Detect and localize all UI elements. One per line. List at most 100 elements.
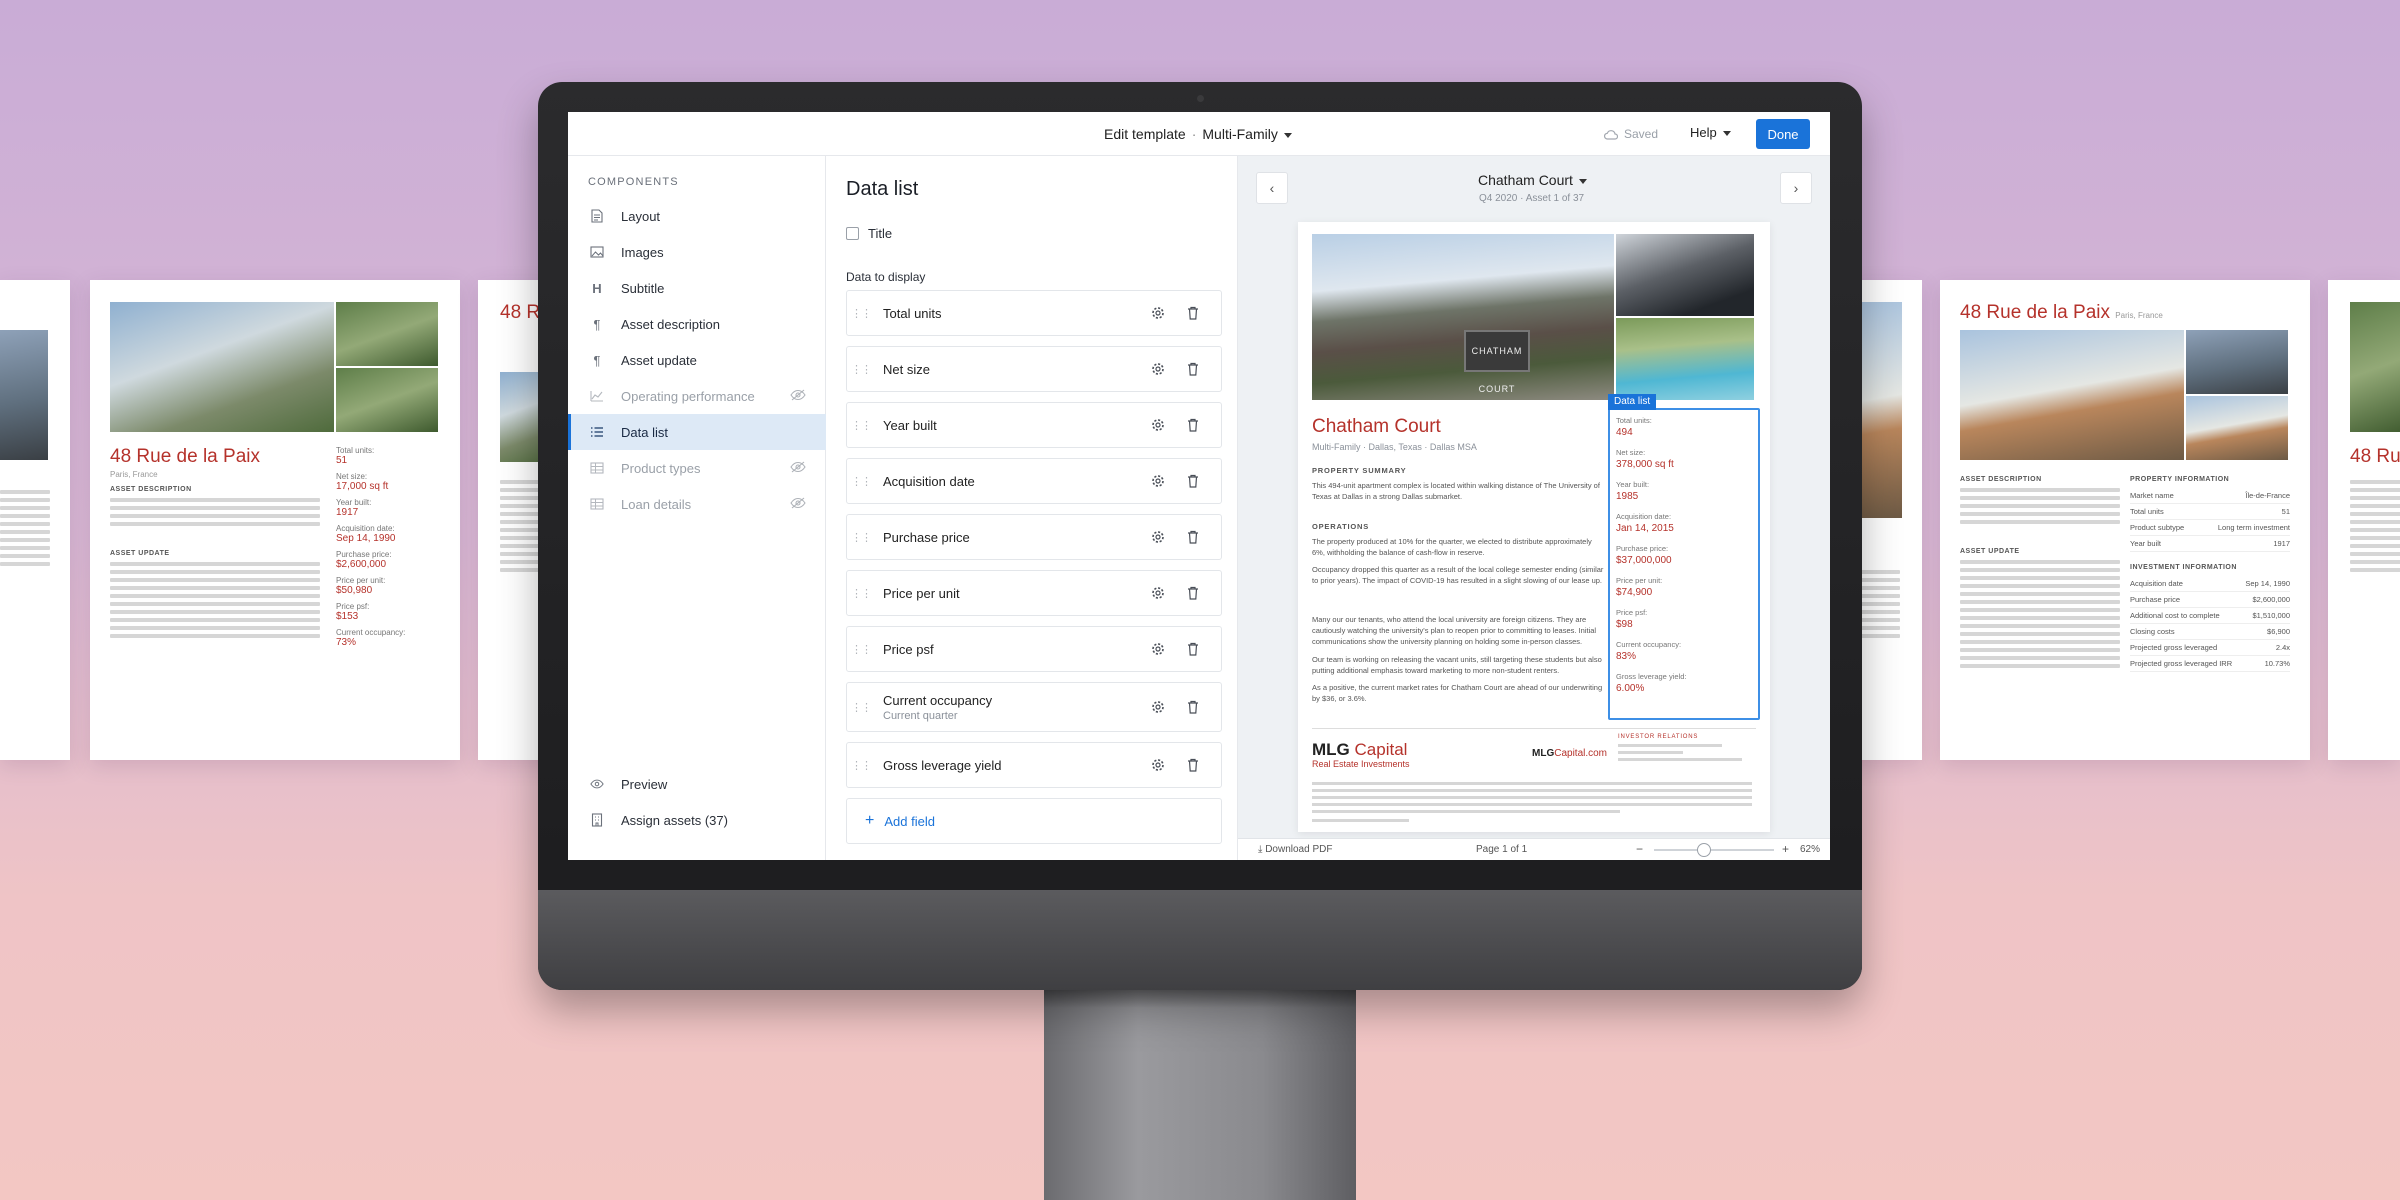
summary-text: This 494-unit apartment complex is locat… — [1312, 481, 1600, 501]
eye-off-icon[interactable] — [790, 497, 806, 512]
saved-status: Saved — [1604, 127, 1658, 141]
zoom-slider-track[interactable] — [1654, 849, 1774, 851]
field-row-current-occupancy[interactable]: ⋮⋮ Current occupancy Current quarter — [846, 682, 1222, 732]
chevron-down-icon — [1578, 178, 1587, 184]
checkbox[interactable] — [846, 227, 859, 240]
field-row-total-units[interactable]: ⋮⋮ Total units — [846, 290, 1222, 336]
field-row-year-built[interactable]: ⋮⋮ Year built — [846, 402, 1222, 448]
drag-handle-icon[interactable]: ⋮⋮ — [849, 307, 873, 320]
operations-text: Our team is working on releasing the vac… — [1312, 655, 1602, 675]
gear-icon[interactable] — [1151, 700, 1165, 719]
add-field-button[interactable]: + Add field — [846, 798, 1222, 844]
done-button[interactable]: Done — [1756, 119, 1810, 149]
eye-off-icon[interactable] — [790, 389, 806, 404]
field-row-price-psf[interactable]: ⋮⋮ Price psf — [846, 626, 1222, 672]
gear-icon[interactable] — [1151, 418, 1165, 437]
bg-page-title: 48 Rue de la Paix — [110, 446, 260, 467]
gear-icon[interactable] — [1151, 362, 1165, 381]
trash-icon[interactable] — [1187, 642, 1199, 661]
bg-photo — [2350, 302, 2400, 432]
bg-heading: INVESTMENT INFORMATION — [2130, 564, 2237, 571]
list-icon — [590, 425, 604, 439]
zoom-slider-handle[interactable] — [1697, 843, 1712, 857]
bg-photo-small — [2186, 330, 2288, 394]
bg-page-subtitle: Paris, France — [110, 470, 158, 479]
gear-icon[interactable] — [1151, 758, 1165, 777]
drag-handle-icon[interactable]: ⋮⋮ — [849, 419, 873, 432]
zoom-level: 62% — [1800, 844, 1821, 855]
component-asset-description[interactable]: ¶ Asset description — [568, 306, 826, 342]
summary-heading: PROPERTY SUMMARY — [1312, 466, 1407, 475]
property-photo-main: CHATHAM COURT — [1312, 234, 1614, 400]
preview-button[interactable]: Preview — [568, 766, 826, 802]
component-layout[interactable]: Layout — [568, 198, 826, 234]
eye-off-icon[interactable] — [790, 461, 806, 476]
gear-icon[interactable] — [1151, 306, 1165, 325]
monitor-chin — [538, 890, 1862, 990]
download-icon: ⤓ — [1258, 844, 1263, 855]
next-asset-button[interactable]: › — [1780, 172, 1812, 204]
drag-handle-icon[interactable]: ⋮⋮ — [849, 531, 873, 544]
bg-page-title: 48 Rue de la Paix Paris, France — [1960, 302, 2163, 323]
image-icon — [590, 245, 604, 259]
help-menu[interactable]: Help — [1690, 125, 1731, 140]
component-operating-performance[interactable]: Operating performance — [568, 378, 826, 414]
company-url: MLGCapital.com — [1532, 748, 1608, 759]
gear-icon[interactable] — [1151, 474, 1165, 493]
crumb-separator: · — [1191, 126, 1197, 142]
trash-icon[interactable] — [1187, 474, 1199, 493]
component-images[interactable]: Images — [568, 234, 826, 270]
drag-handle-icon[interactable]: ⋮⋮ — [849, 643, 873, 656]
drag-handle-icon[interactable]: ⋮⋮ — [849, 475, 873, 488]
drag-handle-icon[interactable]: ⋮⋮ — [849, 587, 873, 600]
field-row-price-per-unit[interactable]: ⋮⋮ Price per unit — [846, 570, 1222, 616]
title-checkbox[interactable]: Title — [846, 226, 892, 241]
trash-icon[interactable] — [1187, 700, 1199, 719]
trash-icon[interactable] — [1187, 418, 1199, 437]
component-data-list[interactable]: Data list — [568, 414, 826, 450]
bg-heading: ASSET UPDATE — [110, 550, 170, 557]
component-loan-details[interactable]: Loan details — [568, 486, 826, 522]
gear-icon[interactable] — [1151, 642, 1165, 661]
operations-text: Occupancy dropped this quarter as a resu… — [1312, 565, 1604, 585]
prev-asset-button[interactable]: ‹ — [1256, 172, 1288, 204]
operations-text: Many our our tenants, who attend the loc… — [1312, 615, 1597, 646]
paragraph-icon: ¶ — [593, 352, 601, 368]
field-row-acquisition-date[interactable]: ⋮⋮ Acquisition date — [846, 458, 1222, 504]
drag-handle-icon[interactable]: ⋮⋮ — [849, 701, 873, 714]
field-row-purchase-price[interactable]: ⋮⋮ Purchase price — [846, 514, 1222, 560]
field-row-gross-leverage-yield[interactable]: ⋮⋮ Gross leverage yield — [846, 742, 1222, 788]
document-icon — [590, 209, 604, 223]
bg-prop-info: Market name Île-de-France Total units 51 P… — [2130, 488, 2290, 552]
disclaimer-lines — [1312, 782, 1752, 826]
assign-assets-button[interactable]: Assign assets (37) — [568, 802, 826, 838]
component-product-types[interactable]: Product types — [568, 450, 826, 486]
operations-heading: OPERATIONS — [1312, 522, 1370, 531]
component-asset-update[interactable]: ¶ Asset update — [568, 342, 826, 378]
gear-icon[interactable] — [1151, 530, 1165, 549]
stat-total-units: Total units: 494 — [1616, 416, 1652, 438]
trash-icon[interactable] — [1187, 306, 1199, 325]
table-icon — [590, 461, 604, 475]
component-subtitle[interactable]: H Subtitle — [568, 270, 826, 306]
bg-stats: Total units: 51 Net size: 17,000 sq ft Yea… — [336, 446, 406, 648]
chevron-down-icon — [1722, 131, 1731, 137]
template-dropdown[interactable]: Multi-Family — [1202, 126, 1292, 142]
zoom-in-button[interactable]: + — [1782, 842, 1789, 856]
gear-icon[interactable] — [1151, 586, 1165, 605]
field-row-net-size[interactable]: ⋮⋮ Net size — [846, 346, 1222, 392]
bg-heading: ASSET UPDATE — [1960, 548, 2020, 555]
bg-photo-small — [336, 368, 438, 432]
trash-icon[interactable] — [1187, 362, 1199, 381]
trash-icon[interactable] — [1187, 586, 1199, 605]
download-pdf-button[interactable]: ⤓ Download PDF — [1258, 844, 1332, 855]
investor-contact-lines — [1618, 744, 1748, 765]
asset-selector[interactable]: Chatham Court — [1478, 172, 1587, 188]
zoom-out-button[interactable]: − — [1636, 842, 1643, 856]
drag-handle-icon[interactable]: ⋮⋮ — [849, 759, 873, 772]
drag-handle-icon[interactable]: ⋮⋮ — [849, 363, 873, 376]
company-logo: MLG Capital — [1312, 740, 1408, 759]
trash-icon[interactable] — [1187, 530, 1199, 549]
trash-icon[interactable] — [1187, 758, 1199, 777]
stat-price-per-unit: Price per unit: $74,900 — [1616, 576, 1663, 598]
